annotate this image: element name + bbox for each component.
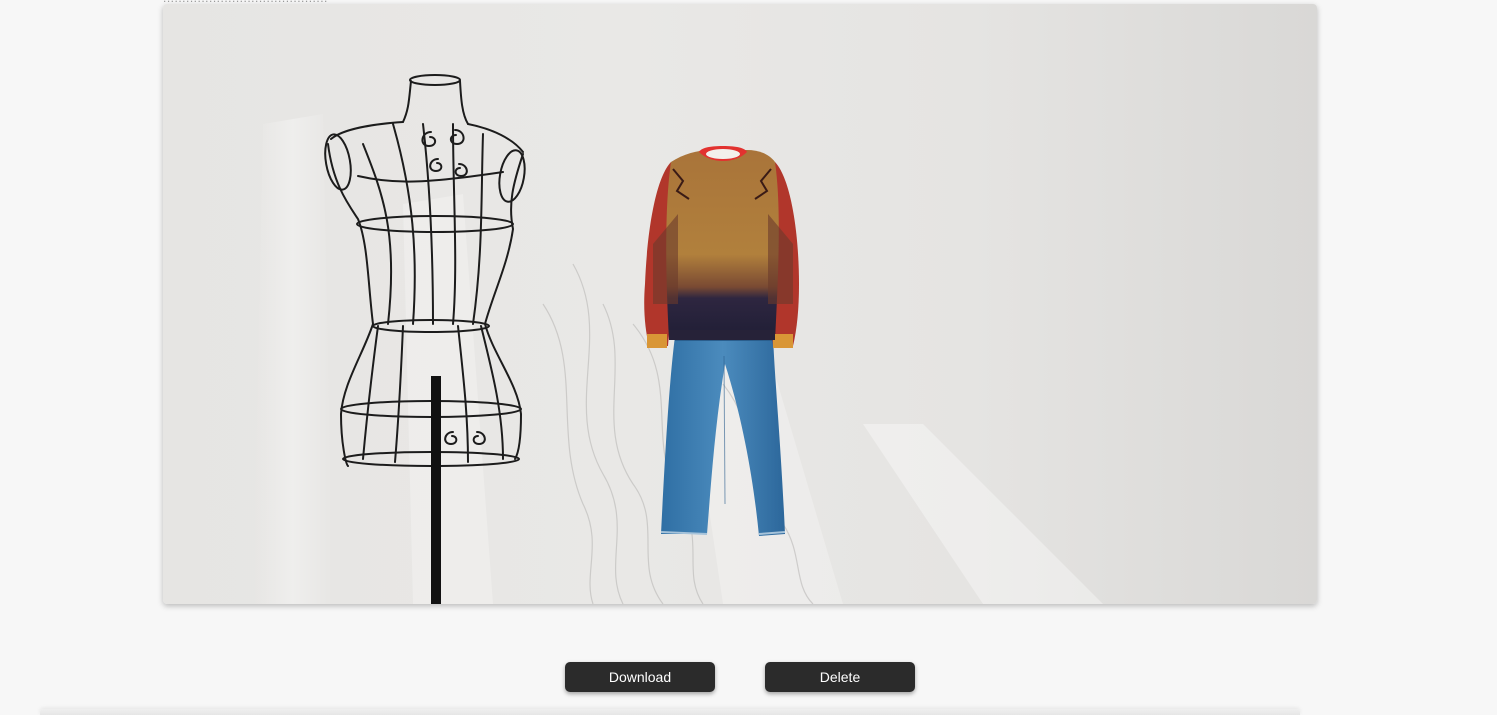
outfit-scene <box>253 74 1103 604</box>
bottom-panel-edge <box>40 709 1300 715</box>
delete-button[interactable]: Delete <box>765 662 915 692</box>
mannequin-stand <box>431 376 441 604</box>
download-button[interactable]: Download <box>565 662 715 692</box>
outfit-canvas[interactable] <box>163 4 1317 604</box>
sweater-item[interactable] <box>644 146 799 348</box>
